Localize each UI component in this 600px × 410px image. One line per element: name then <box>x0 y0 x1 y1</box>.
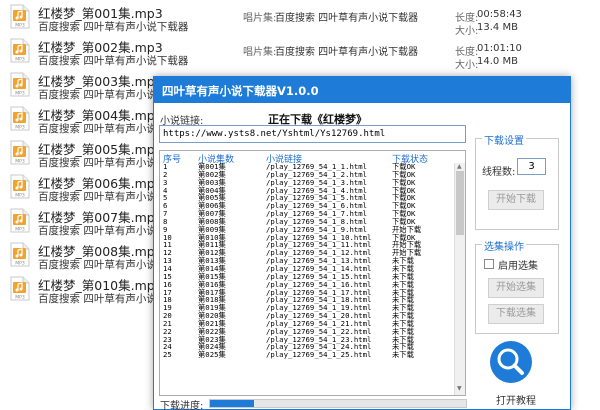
selection-group: 选集操作 启用选集 开始选集 下载选集 <box>475 238 559 334</box>
album-value: 百度搜索 四叶草有声小说下载器 <box>275 47 419 58</box>
mp3-file-icon: MP3 <box>10 174 30 199</box>
file-row[interactable]: MP3 红楼梦_第001集.mp3 百度搜索 四叶草有声小说下载器 唱片集: 百度搜索 … <box>0 0 600 37</box>
download-settings-title: 下载设置 <box>482 132 526 147</box>
mp3-file-icon: MP3 <box>10 140 30 165</box>
svg-text:MP3: MP3 <box>15 23 25 29</box>
duration-value: 00:58:43 <box>477 9 522 20</box>
episode-table: 序号 小说集数 小说链接 下载状态 1 第001集/play_12769_54_1… <box>159 150 466 396</box>
cell-seq: 25 <box>163 350 172 360</box>
scroll-down-arrow-icon[interactable]: ▼ <box>457 385 462 392</box>
album-label: 唱片集: <box>243 13 277 24</box>
svg-text:MP3: MP3 <box>15 125 25 131</box>
progress-fill <box>210 400 254 407</box>
mp3-file-icon: MP3 <box>10 242 30 267</box>
start-selection-button[interactable]: 开始选集 <box>488 278 544 298</box>
svg-text:MP3: MP3 <box>15 295 25 301</box>
threads-label: 线程数: <box>482 167 516 178</box>
svg-text:MP3: MP3 <box>15 159 25 165</box>
cell-link: /play_12769_54_1_25.html <box>266 350 372 360</box>
scroll-up-arrow-icon[interactable]: ▲ <box>457 163 462 170</box>
download-selection-button[interactable]: 下载选集 <box>488 304 544 324</box>
duration-value: 01:01:10 <box>477 43 522 54</box>
novel-url-input[interactable]: https://www.ysts8.net/Yshtml/Ys12769.htm… <box>159 125 466 143</box>
open-tutorial-label[interactable]: 打开教程 <box>496 392 536 407</box>
magnifier-icon <box>490 341 532 383</box>
table-body: 1 第001集/play_12769_54_1_1.html 下载OK 2 第002集 /… <box>160 162 454 360</box>
file-artist: 百度搜索 四叶草有声小说下载器 <box>38 55 189 67</box>
enable-selection-label: 启用选集 <box>498 261 538 272</box>
album-label: 唱片集: <box>243 47 277 58</box>
svg-text:MP3: MP3 <box>15 227 25 233</box>
svg-text:MP3: MP3 <box>15 193 25 199</box>
window-body: 小说链接: 正在下载《红楼梦》 https://www.ysts8.net/Ys… <box>154 103 570 410</box>
mp3-file-icon: MP3 <box>10 4 30 29</box>
downloader-window: 四叶草有声小说下载器V1.0.0 小说链接: 正在下载《红楼梦》 https:/… <box>153 76 571 410</box>
mp3-file-icon: MP3 <box>10 106 30 131</box>
cell-status: 未下载 <box>392 350 414 360</box>
cell-episode: 第025集 <box>198 350 226 360</box>
svg-text:MP3: MP3 <box>15 261 25 267</box>
file-row[interactable]: MP3 红楼梦_第002集.mp3 百度搜索 四叶草有声小说下载器 唱片集: 百度搜索 … <box>0 34 600 71</box>
window-title: 四叶草有声小说下载器V1.0.0 <box>162 84 319 98</box>
checkbox-icon[interactable] <box>484 259 494 269</box>
table-scrollbar[interactable]: ▲ ▼ <box>454 163 465 395</box>
svg-text:MP3: MP3 <box>15 57 25 63</box>
file-artist: 百度搜索 四叶草有声小说下载器 <box>38 21 189 33</box>
threads-input[interactable]: 3 <box>517 158 546 175</box>
size-value: 14.0 MB <box>477 56 518 67</box>
scrollbar-thumb[interactable] <box>456 171 464 235</box>
mp3-file-icon: MP3 <box>10 276 30 301</box>
download-settings-group: 下载设置 线程数: 3 开始下载 <box>475 132 559 230</box>
window-titlebar[interactable]: 四叶草有声小说下载器V1.0.0 <box>154 77 570 103</box>
mp3-file-icon: MP3 <box>10 38 30 63</box>
mp3-file-icon: MP3 <box>10 72 30 97</box>
table-row[interactable]: 25 第025集/play_12769_54_1_25.html 未下载 <box>160 350 454 360</box>
start-download-button[interactable]: 开始下载 <box>488 190 544 210</box>
download-progress-bar <box>209 399 467 408</box>
album-value: 百度搜索 四叶草有声小说下载器 <box>275 13 419 24</box>
size-value: 13.4 MB <box>477 22 518 33</box>
progress-label: 下载进度: <box>160 401 204 410</box>
selection-title: 选集操作 <box>482 238 526 253</box>
svg-text:MP3: MP3 <box>15 91 25 97</box>
open-tutorial-button[interactable] <box>489 340 533 384</box>
mp3-file-icon: MP3 <box>10 208 30 233</box>
